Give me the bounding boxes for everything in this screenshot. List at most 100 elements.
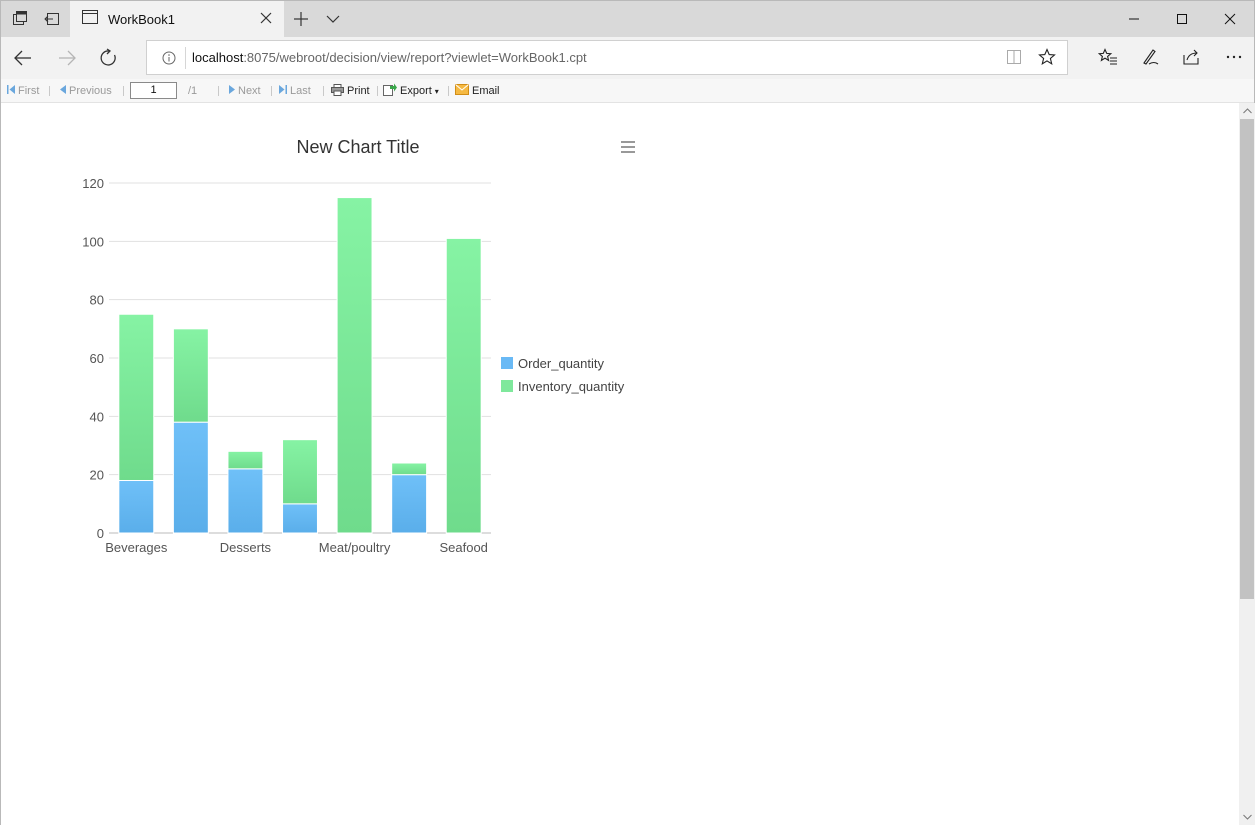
next-icon (229, 85, 235, 97)
star-icon[interactable] (1036, 46, 1058, 68)
y-tick-label: 100 (82, 234, 104, 249)
bar-inventory-quantity-beverages (118, 313, 155, 481)
bar-inventory-quantity-condiments (172, 328, 209, 423)
address-separator (185, 46, 186, 69)
dropdown-arrow-icon: ▾ (434, 86, 439, 96)
refresh-icon[interactable] (95, 45, 123, 71)
toolbar-divider (271, 86, 272, 96)
toolbar-divider (448, 86, 449, 96)
y-axis-ticks: 0 20 40 60 80 100 120 (82, 176, 104, 541)
bar-order-quantity-produce (391, 474, 428, 534)
scroll-down-icon[interactable] (1239, 809, 1255, 825)
envelope-icon (455, 84, 469, 98)
url-text[interactable]: localhost:8075/webroot/decision/view/rep… (192, 50, 587, 65)
bar-order-quantity-grains-cereals (282, 503, 318, 534)
toolbar-divider (377, 86, 378, 96)
x-tick-label: Seafood (439, 540, 487, 555)
maximize-icon[interactable] (1158, 1, 1206, 37)
y-tick-label: 80 (90, 293, 104, 308)
print-button[interactable]: Print (331, 79, 370, 103)
tab-strip: WorkBook1 (1, 1, 1254, 37)
more-icon[interactable] (1223, 46, 1245, 68)
forward-arrow-icon[interactable] (53, 45, 81, 71)
bar-order-quantity-condiments (172, 421, 209, 534)
page-number-input[interactable]: 1 (130, 82, 177, 99)
legend-label: Order_quantity (518, 356, 604, 371)
navigation-bar: localhost:8075/webroot/decision/view/rep… (1, 37, 1254, 79)
print-label: Print (347, 85, 370, 97)
previous-icon (60, 85, 66, 97)
toolbar-divider (49, 86, 50, 96)
pen-icon[interactable] (1139, 46, 1161, 68)
bar-inventory-quantity-produce (391, 462, 428, 476)
first-page-button[interactable]: First (7, 79, 39, 103)
chevron-down-icon[interactable] (323, 9, 343, 29)
last-page-icon (279, 85, 287, 97)
toolbar-divider (218, 86, 219, 96)
stacked-bar-chart: New Chart Title 0 20 40 60 80 100 120 Beverage… (82, 137, 641, 555)
share-icon[interactable] (1180, 46, 1202, 68)
scroll-up-icon[interactable] (1239, 103, 1255, 119)
x-tick-label: Beverages (105, 540, 168, 555)
next-page-button[interactable]: Next (229, 79, 261, 103)
x-tick-label: Meat/poultry (319, 540, 391, 555)
toolbar-divider (323, 86, 324, 96)
active-tab[interactable]: WorkBook1 (70, 1, 284, 37)
printer-icon (331, 83, 344, 99)
report-toolbar: First Previous 1 /1 Next Last Print Expo… (1, 79, 1254, 103)
url-path: :8075/webroot/decision/view/report?viewl… (243, 50, 587, 65)
minimize-icon[interactable] (1110, 1, 1158, 37)
set-aside-tabs-icon[interactable] (39, 7, 65, 31)
last-page-button[interactable]: Last (279, 79, 311, 103)
close-icon[interactable] (258, 10, 274, 26)
chart-bars (118, 197, 482, 534)
legend-swatch (501, 380, 513, 392)
email-label: Email (472, 85, 500, 97)
bar-order-quantity-beverages (118, 480, 155, 534)
toolbar-divider (123, 86, 124, 96)
bar-inventory-quantity-desserts (227, 450, 264, 470)
y-tick-label: 0 (97, 526, 104, 541)
reading-view-icon[interactable] (1003, 46, 1025, 68)
browser-window: WorkBook1 localhost:8075/webroot/decisio… (0, 0, 1255, 825)
y-tick-label: 20 (90, 468, 104, 483)
last-label: Last (290, 85, 311, 97)
first-page-icon (7, 85, 15, 97)
page-total: /1 (188, 85, 198, 97)
tab-manager-icon[interactable] (7, 7, 33, 31)
bar-inventory-quantity-grains-cereals (282, 439, 318, 505)
back-arrow-icon[interactable] (9, 45, 37, 71)
legend-swatch (501, 357, 513, 369)
export-label: Export (400, 85, 432, 97)
email-button[interactable]: Email (455, 79, 500, 103)
export-icon (383, 83, 397, 99)
scrollbar-thumb[interactable] (1240, 119, 1254, 599)
bar-inventory-quantity-meat-poultry (336, 197, 373, 534)
page-icon (82, 9, 98, 30)
favorites-icon[interactable] (1097, 46, 1119, 68)
address-bar[interactable]: localhost:8075/webroot/decision/view/rep… (146, 40, 1068, 75)
info-icon[interactable] (155, 51, 183, 65)
x-axis-ticks: Beverages Desserts Meat/poultry Seafood (105, 540, 488, 555)
previous-label: Previous (69, 85, 112, 97)
chart-title: New Chart Title (296, 137, 419, 157)
first-label: First (18, 85, 40, 97)
y-tick-label: 120 (82, 176, 104, 191)
chart-menu-icon[interactable] (615, 137, 641, 157)
tab-title: WorkBook1 (108, 11, 175, 27)
previous-page-button[interactable]: Previous (60, 79, 112, 103)
next-label: Next (238, 85, 261, 97)
close-window-icon[interactable] (1206, 1, 1254, 37)
y-tick-label: 60 (90, 351, 104, 366)
chart-legend: Order_quantity Inventory_quantity (501, 356, 625, 394)
export-button[interactable]: Export ▾ (383, 79, 439, 103)
legend-label: Inventory_quantity (518, 379, 625, 394)
plus-icon[interactable] (291, 9, 311, 29)
vertical-scrollbar[interactable] (1239, 103, 1255, 825)
url-host: localhost (192, 50, 244, 65)
x-tick-label: Desserts (220, 540, 272, 555)
bar-order-quantity-desserts (227, 468, 264, 534)
y-tick-label: 40 (90, 409, 104, 424)
report-content: New Chart Title 0 20 40 60 80 100 120 Beverage… (1, 103, 1239, 825)
bar-inventory-quantity-seafood (445, 237, 482, 534)
